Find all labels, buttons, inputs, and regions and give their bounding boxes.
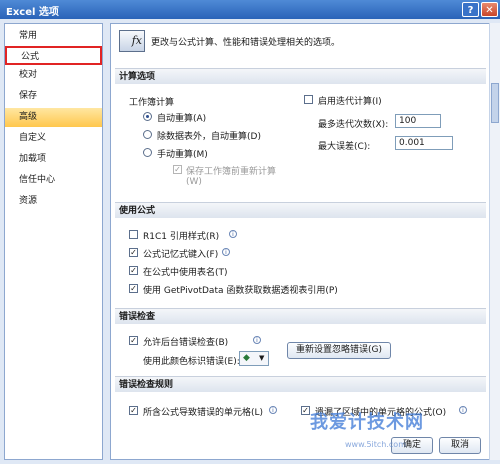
checkbox-r1c1[interactable] (129, 230, 138, 239)
sidebar-item-general[interactable]: 常用 (5, 27, 102, 46)
checkbox-enable-iterative[interactable] (304, 95, 313, 104)
panel-description: 更改与公式计算、性能和错误处理相关的选项。 (151, 38, 341, 48)
formula-fx-icon: fx (119, 30, 145, 52)
options-panel: fx 更改与公式计算、性能和错误处理相关的选项。 计算选项 工作簿计算 自动重算… (110, 23, 491, 460)
title-bar: Excel 选项 ? ✕ (0, 0, 500, 19)
help-button[interactable]: ? (462, 2, 479, 17)
close-button[interactable]: ✕ (481, 2, 498, 17)
radio-manual[interactable] (143, 148, 152, 157)
table-names-label: 在公式中使用表名(T) (143, 268, 228, 278)
sidebar: 常用 公式 校对 保存 高级 自定义 加载项 信任中心 资源 (4, 23, 103, 460)
checkbox-table-names[interactable]: ✓ (129, 266, 138, 275)
max-iterations-input[interactable]: 100 (395, 114, 441, 128)
radio-automatic[interactable] (143, 112, 152, 121)
error-color-picker[interactable]: ◆ ▼ (239, 351, 269, 366)
recalc-before-save-label: 保存工作簿前重新计算 (186, 167, 277, 177)
excel-options-window: Excel 选项 ? ✕ 常用 公式 校对 保存 高级 自定义 加载项 信任中心… (0, 0, 500, 464)
sidebar-item-save[interactable]: 保存 (5, 87, 102, 106)
r1c1-label: R1C1 引用样式(R) (143, 232, 220, 242)
dropdown-arrow-icon: ▼ (259, 354, 265, 362)
info-icon: i (269, 406, 277, 414)
window-title: Excel 选项 (6, 7, 59, 18)
sidebar-item-advanced[interactable]: 高级 (5, 108, 102, 127)
background-error-check-label: 允许后台错误检查(B) (143, 338, 229, 348)
watermark-url: www.5itch.com (345, 440, 406, 449)
sidebar-item-resources[interactable]: 资源 (5, 192, 102, 211)
section-working-with-formulas: 使用公式 (115, 202, 486, 218)
radio-auto-except-tables-label: 除数据表外，自动重算(D) (157, 132, 261, 142)
sidebar-item-customize[interactable]: 自定义 (5, 129, 102, 148)
recalc-before-save-key: (W) (186, 177, 202, 187)
section-error-checking-rules: 错误检查规则 (115, 376, 486, 392)
watermark-text: 我爱计技术网 (310, 412, 424, 433)
sidebar-item-formulas[interactable]: 公式 (5, 46, 102, 65)
enable-iterative-label: 启用迭代计算(I) (318, 97, 382, 107)
rule-formula-errors-label: 所含公式导致错误的单元格(L) (143, 408, 264, 418)
vertical-scrollbar[interactable] (489, 23, 500, 460)
error-color-label: 使用此颜色标识错误(E): (143, 357, 240, 367)
section-calculation-options: 计算选项 (115, 68, 486, 84)
workbook-calc-label: 工作簿计算 (129, 98, 175, 108)
cancel-button[interactable]: 取消 (439, 437, 481, 454)
checkbox-background-error-check[interactable]: ✓ (129, 336, 138, 345)
checkbox-rule-omitted-cells[interactable]: ✓ (301, 406, 310, 415)
radio-manual-label: 手动重算(M) (157, 150, 208, 160)
sidebar-item-addins[interactable]: 加载项 (5, 150, 102, 169)
max-iterations-label: 最多迭代次数(X): (318, 120, 389, 130)
formula-autocomplete-label: 公式记忆式键入(F) (143, 250, 219, 260)
checkbox-getpivotdata[interactable]: ✓ (129, 284, 138, 293)
scrollbar-thumb[interactable] (491, 83, 499, 123)
checkbox-rule-formula-errors[interactable]: ✓ (129, 406, 138, 415)
checkbox-recalc-before-save: ✓ (173, 165, 182, 174)
radio-auto-except-tables[interactable] (143, 130, 152, 139)
getpivotdata-label: 使用 GetPivotData 函数获取数据透视表引用(P) (143, 286, 338, 296)
checkbox-formula-autocomplete[interactable]: ✓ (129, 248, 138, 257)
max-change-label: 最大误差(C): (318, 142, 371, 152)
info-icon: i (459, 406, 467, 414)
fill-color-icon: ◆ (243, 353, 250, 363)
sidebar-item-proofing[interactable]: 校对 (5, 66, 102, 85)
max-change-input[interactable]: 0.001 (395, 136, 453, 150)
reset-ignored-errors-button[interactable]: 重新设置忽略错误(G) (287, 342, 391, 359)
info-icon: i (253, 336, 261, 344)
radio-automatic-label: 自动重算(A) (157, 114, 207, 124)
info-icon: i (229, 230, 237, 238)
sidebar-item-trust-center[interactable]: 信任中心 (5, 171, 102, 190)
info-icon: i (222, 248, 230, 256)
section-error-checking: 错误检查 (115, 308, 486, 324)
